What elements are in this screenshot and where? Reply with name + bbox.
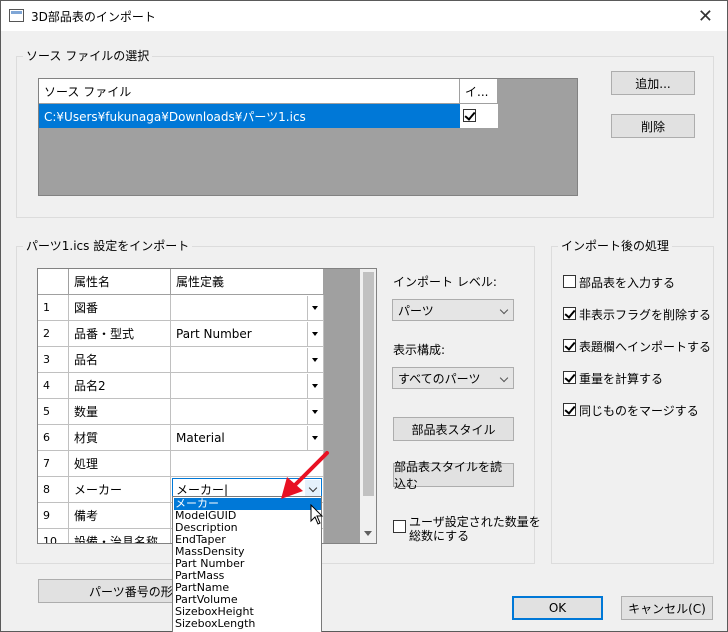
attr-name-cell: 設備・治具名称 — [69, 529, 171, 543]
post-import-legend: インポート後の処理 — [558, 237, 673, 254]
display-config-select[interactable]: すべてのパーツ — [392, 367, 514, 389]
load-bom-style-button[interactable]: 部品表スタイルを読込む — [393, 460, 514, 491]
option-checkbox[interactable] — [563, 275, 576, 288]
import-cell — [460, 104, 498, 128]
row-number: 8 — [38, 477, 69, 503]
import-level-value: パーツ — [398, 303, 434, 318]
attr-name-cell: 処理 — [69, 451, 171, 477]
col-attr-name[interactable]: 属性名 — [69, 269, 171, 295]
scroll-down-icon[interactable] — [364, 531, 372, 536]
attr-def-cell[interactable] — [171, 347, 324, 373]
dropdown-option[interactable]: SizeboxLength — [174, 618, 321, 630]
chevron-down-icon[interactable] — [307, 400, 322, 424]
close-icon[interactable]: ✕ — [698, 6, 713, 27]
chevron-down-icon[interactable] — [307, 348, 322, 372]
display-config-value: すべてのパーツ — [398, 371, 481, 386]
delete-button[interactable]: 削除 — [611, 114, 695, 138]
row-number: 10 — [38, 529, 69, 543]
mouse-cursor-icon — [310, 504, 324, 525]
add-button[interactable]: 追加... — [611, 71, 695, 95]
option-label: 非表示フラグを削除する — [579, 308, 712, 322]
option-checkbox[interactable] — [563, 403, 576, 416]
part-number-shape-button[interactable]: パーツ番号の形状 — [38, 579, 192, 603]
attr-name-cell: 数量 — [69, 399, 171, 425]
chevron-down-icon — [499, 373, 509, 383]
attr-name-cell: 品番・型式 — [69, 321, 171, 347]
import-level-label: インポート レベル: — [393, 275, 497, 289]
col-import[interactable]: イ... — [460, 79, 498, 104]
row-number: 1 — [38, 295, 69, 321]
window-title: 3D部品表のインポート — [31, 10, 156, 24]
option-checkbox[interactable] — [563, 371, 576, 384]
attr-def-dropdown-list: メーカー ModelGUID Description EndTaper Mass… — [172, 496, 322, 632]
row-number: 7 — [38, 451, 69, 477]
row-number: 5 — [38, 399, 69, 425]
grid-corner — [38, 269, 69, 295]
app-icon — [9, 9, 24, 22]
attr-name-cell: メーカー — [69, 477, 171, 503]
option-checkbox[interactable] — [563, 339, 576, 352]
chevron-down-icon[interactable] — [307, 374, 322, 398]
option-checkbox[interactable] — [563, 307, 576, 320]
user-qty-label: ユーザ設定された数量を 総数にする — [409, 515, 541, 543]
attr-name-cell: 品名 — [69, 347, 171, 373]
user-qty-checkbox[interactable] — [393, 520, 406, 533]
row-number: 3 — [38, 347, 69, 373]
row-number: 6 — [38, 425, 69, 451]
attr-def-cell[interactable]: Material — [171, 425, 324, 451]
source-group-legend: ソース ファイルの選択 — [23, 47, 153, 64]
attr-def-cell[interactable] — [171, 373, 324, 399]
attr-def-cell[interactable] — [171, 399, 324, 425]
bom-style-button[interactable]: 部品表スタイル — [393, 417, 514, 441]
chevron-down-icon[interactable] — [307, 296, 322, 320]
attr-name-cell: 材質 — [69, 425, 171, 451]
scroll-thumb[interactable] — [363, 272, 374, 496]
import-settings-legend: パーツ1.ics 設定をインポート — [23, 237, 193, 254]
grid-scrollbar[interactable] — [360, 269, 376, 543]
display-config-label: 表示構成: — [393, 343, 446, 357]
attr-def-cell[interactable] — [171, 295, 324, 321]
source-file-row[interactable]: C:¥Users¥fukunaga¥Downloads¥パーツ1.ics — [39, 104, 460, 128]
ok-button[interactable]: OK — [512, 596, 603, 620]
row-number: 4 — [38, 373, 69, 399]
option-label: 同じものをマージする — [579, 404, 699, 418]
import-bom-dialog: 3D部品表のインポート ✕ ソース ファイルの選択 ソース ファイル イ... … — [0, 0, 728, 632]
attr-name-cell: 品名2 — [69, 373, 171, 399]
title-bar: 3D部品表のインポート ✕ — [1, 1, 727, 31]
import-checkbox[interactable] — [463, 109, 476, 122]
import-level-select[interactable]: パーツ — [392, 299, 514, 321]
chevron-down-icon[interactable] — [307, 426, 322, 450]
col-source-file[interactable]: ソース ファイル — [39, 79, 460, 104]
option-label: 表題欄へインポートする — [579, 340, 712, 354]
attr-def-cell[interactable]: Part Number — [171, 321, 324, 347]
col-attr-def[interactable]: 属性定義 — [171, 269, 324, 295]
chevron-down-icon[interactable] — [307, 322, 322, 346]
option-label: 重量を計算する — [579, 372, 664, 386]
row-number: 9 — [38, 503, 69, 529]
attr-name-cell: 図番 — [69, 295, 171, 321]
attr-name-cell: 備考 — [69, 503, 171, 529]
chevron-down-icon — [499, 305, 509, 315]
source-file-table: ソース ファイル イ... C:¥Users¥fukunaga¥Download… — [38, 78, 578, 196]
red-arrow-icon — [281, 451, 329, 499]
row-number: 2 — [38, 321, 69, 347]
cancel-button[interactable]: キャンセル(C) — [621, 596, 713, 620]
option-label: 部品表を入力する — [579, 276, 676, 290]
